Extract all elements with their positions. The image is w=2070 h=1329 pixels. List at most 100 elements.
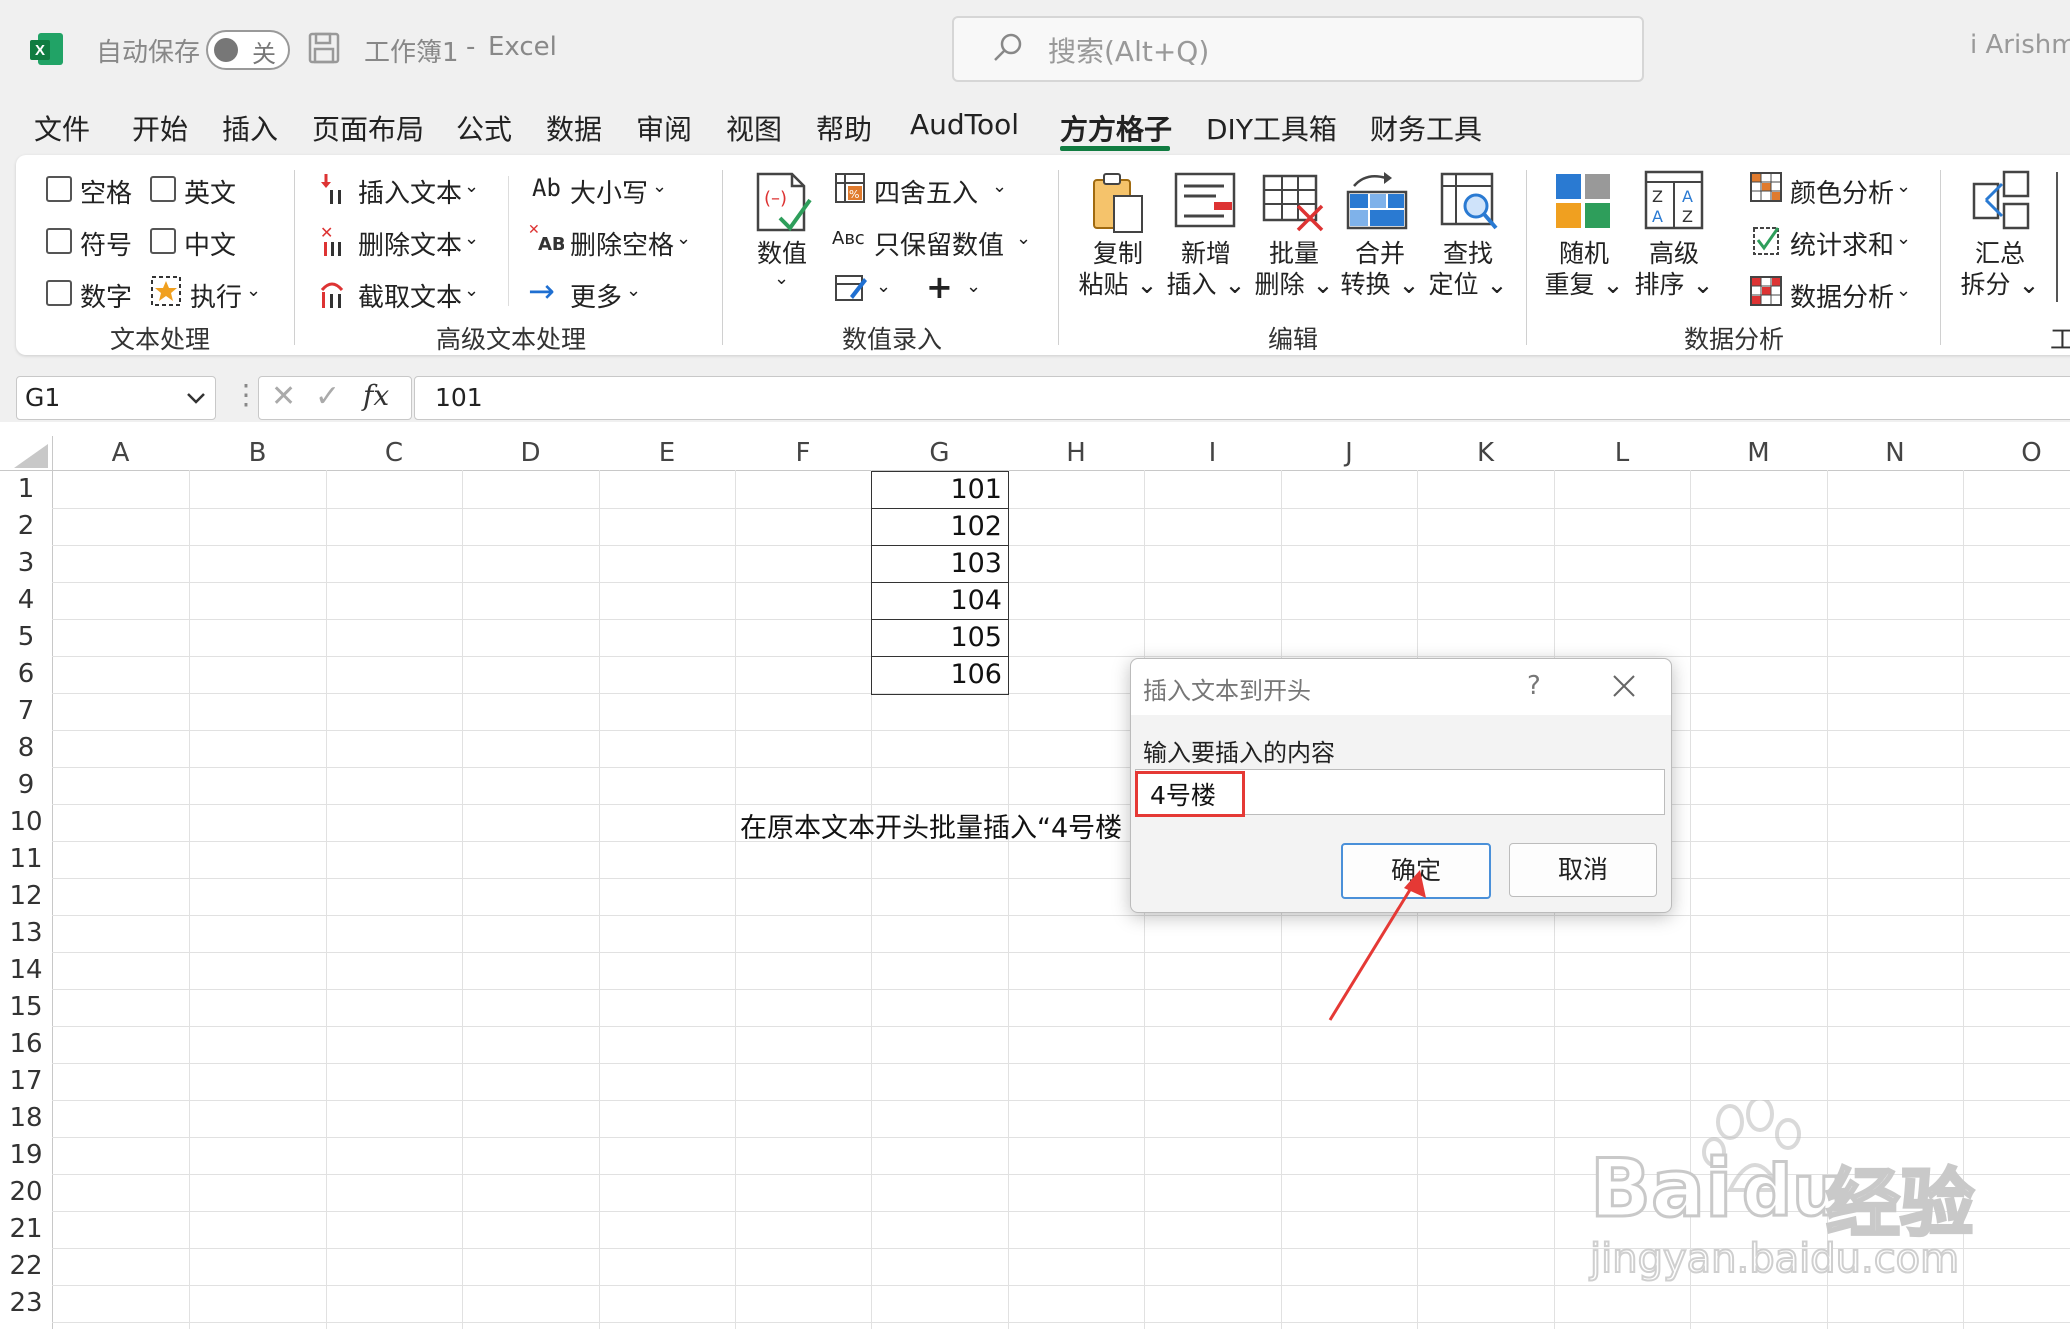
more-button[interactable]: 更多 bbox=[570, 277, 622, 314]
tab-review[interactable]: 审阅 bbox=[636, 108, 692, 148]
column-header[interactable]: F bbox=[735, 436, 871, 470]
extract-text-chevron-icon[interactable]: ⌄ bbox=[464, 280, 479, 301]
delete-text-button[interactable]: 删除文本 bbox=[358, 225, 462, 262]
edit-form-chevron-icon[interactable]: ⌄ bbox=[876, 276, 891, 297]
plus-icon[interactable]: + bbox=[926, 268, 953, 306]
execute-icon[interactable] bbox=[150, 275, 182, 307]
tab-formulas[interactable]: 公式 bbox=[456, 108, 512, 148]
random-repeat-icon[interactable] bbox=[1554, 172, 1614, 232]
copy-paste-icon[interactable] bbox=[1090, 170, 1148, 236]
formula-input[interactable]: 101 bbox=[414, 376, 2070, 420]
data-analysis-chevron-icon[interactable]: ⌄ bbox=[1896, 280, 1911, 301]
insert-text-button[interactable]: 插入文本 bbox=[358, 173, 462, 210]
column-header[interactable]: O bbox=[1963, 436, 2070, 470]
find-locate-icon[interactable] bbox=[1438, 170, 1500, 232]
checkbox-space[interactable] bbox=[46, 176, 72, 202]
extract-text-button[interactable]: 截取文本 bbox=[358, 277, 462, 314]
column-header[interactable]: D bbox=[462, 436, 599, 470]
insert-function-icon[interactable]: fx bbox=[363, 379, 389, 412]
column-header[interactable]: M bbox=[1690, 436, 1827, 470]
summary-split-icon[interactable] bbox=[1972, 170, 2030, 232]
tab-help[interactable]: 帮助 bbox=[816, 108, 872, 148]
row-header[interactable]: 3 bbox=[0, 545, 52, 582]
number-button[interactable]: 数值 bbox=[754, 238, 810, 269]
row-header[interactable]: 18 bbox=[0, 1100, 52, 1137]
row-header[interactable]: 13 bbox=[0, 915, 52, 952]
save-icon[interactable] bbox=[308, 32, 340, 64]
column-header[interactable]: B bbox=[189, 436, 326, 470]
select-all-corner[interactable] bbox=[14, 444, 48, 468]
insert-text-chevron-icon[interactable]: ⌄ bbox=[464, 176, 479, 197]
new-insert-icon[interactable] bbox=[1174, 172, 1236, 228]
merge-convert-icon[interactable] bbox=[1346, 170, 1410, 232]
advanced-sort-icon[interactable]: ZAAZ bbox=[1644, 170, 1706, 232]
remove-spaces-chevron-icon[interactable]: ⌄ bbox=[676, 228, 691, 249]
cell-g4[interactable]: 104 bbox=[871, 585, 1002, 616]
row-header[interactable]: 11 bbox=[0, 841, 52, 878]
tab-finance-tools[interactable]: 财务工具 bbox=[1370, 108, 1482, 148]
more-chevron-icon[interactable]: ⌄ bbox=[626, 280, 641, 301]
batch-delete-icon[interactable] bbox=[1262, 172, 1326, 234]
row-header[interactable]: 23 bbox=[0, 1285, 52, 1322]
excel-logo-icon[interactable]: X bbox=[30, 32, 64, 66]
column-header[interactable]: J bbox=[1281, 436, 1417, 470]
batch-delete-button[interactable]: 批量 删除 ⌄ bbox=[1254, 238, 1334, 300]
sum-stats-button[interactable]: 统计求和 bbox=[1790, 225, 1894, 262]
column-header[interactable]: E bbox=[599, 436, 735, 470]
column-header[interactable]: I bbox=[1144, 436, 1281, 470]
row-header[interactable]: 7 bbox=[0, 693, 52, 730]
tab-audtool[interactable]: AudTool bbox=[910, 108, 1019, 141]
row-header[interactable]: 1 bbox=[0, 471, 52, 508]
row-header[interactable]: 22 bbox=[0, 1248, 52, 1285]
row-header[interactable]: 10 bbox=[0, 804, 52, 841]
edit-form-icon[interactable] bbox=[834, 272, 868, 304]
column-header[interactable]: C bbox=[326, 436, 462, 470]
summary-split-button[interactable]: 汇总 拆分 ⌄ bbox=[1960, 238, 2040, 300]
row-header[interactable]: 19 bbox=[0, 1137, 52, 1174]
checkbox-number[interactable] bbox=[46, 280, 72, 306]
tab-file[interactable]: 文件 bbox=[34, 108, 90, 148]
row-header[interactable]: 8 bbox=[0, 730, 52, 767]
row-header[interactable]: 15 bbox=[0, 989, 52, 1026]
execute-button[interactable]: 执行 bbox=[190, 277, 242, 314]
advanced-sort-button[interactable]: 高级 排序 ⌄ bbox=[1634, 238, 1714, 300]
checkbox-english[interactable] bbox=[150, 176, 176, 202]
column-header[interactable]: L bbox=[1554, 436, 1690, 470]
tab-home[interactable]: 开始 bbox=[132, 108, 188, 148]
tab-diy-toolbox[interactable]: DIY工具箱 bbox=[1206, 108, 1337, 148]
checkbox-chinese[interactable] bbox=[150, 228, 176, 254]
case-button[interactable]: 大小写 bbox=[570, 173, 648, 210]
cell-g2[interactable]: 102 bbox=[871, 511, 1002, 542]
case-chevron-icon[interactable]: ⌄ bbox=[652, 176, 667, 197]
tab-view[interactable]: 视图 bbox=[726, 108, 782, 148]
row-header[interactable]: 16 bbox=[0, 1026, 52, 1063]
row-header[interactable]: 12 bbox=[0, 878, 52, 915]
find-locate-button[interactable]: 查找 定位 ⌄ bbox=[1428, 238, 1508, 300]
cancel-formula-icon[interactable]: ✕ bbox=[271, 379, 296, 414]
execute-chevron-icon[interactable]: ⌄ bbox=[246, 280, 261, 301]
row-header[interactable]: 21 bbox=[0, 1211, 52, 1248]
data-analysis-button[interactable]: 数据分析 bbox=[1790, 277, 1894, 314]
dialog-help-icon[interactable]: ? bbox=[1527, 671, 1541, 701]
new-insert-button[interactable]: 新增 插入 ⌄ bbox=[1166, 238, 1246, 300]
plus-chevron-icon[interactable]: ⌄ bbox=[966, 276, 981, 297]
tab-insert[interactable]: 插入 bbox=[222, 108, 278, 148]
search-box[interactable]: 搜索(Alt+Q) bbox=[952, 16, 1644, 82]
round-button[interactable]: 四舍五入 bbox=[874, 173, 978, 210]
confirm-formula-icon[interactable]: ✓ bbox=[315, 379, 340, 414]
row-header[interactable]: 20 bbox=[0, 1174, 52, 1211]
tab-data[interactable]: 数据 bbox=[546, 108, 602, 148]
cell-g3[interactable]: 103 bbox=[871, 548, 1002, 579]
autosave-toggle[interactable]: 关 bbox=[206, 30, 290, 70]
row-header[interactable]: 5 bbox=[0, 619, 52, 656]
keep-number-chevron-icon[interactable]: ⌄ bbox=[1016, 228, 1031, 249]
row-header[interactable]: 14 bbox=[0, 952, 52, 989]
sum-stats-chevron-icon[interactable]: ⌄ bbox=[1896, 228, 1911, 249]
row-header[interactable]: 2 bbox=[0, 508, 52, 545]
cell-g5[interactable]: 105 bbox=[871, 622, 1002, 653]
remove-spaces-button[interactable]: 删除空格 bbox=[570, 225, 674, 262]
name-box[interactable]: G1 bbox=[16, 376, 216, 420]
row-header[interactable]: 4 bbox=[0, 582, 52, 619]
row-header[interactable]: 17 bbox=[0, 1063, 52, 1100]
cell-g6[interactable]: 106 bbox=[871, 659, 1002, 690]
